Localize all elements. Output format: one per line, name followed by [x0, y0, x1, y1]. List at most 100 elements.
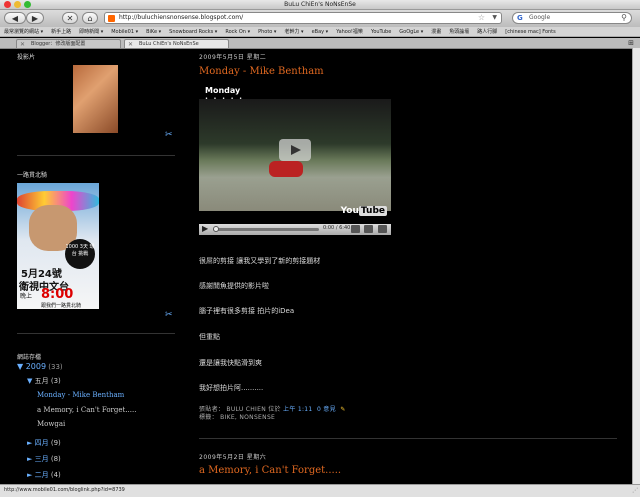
close-icon[interactable]: ✕ — [128, 40, 133, 49]
bookmark-star-icon[interactable]: ☆ — [478, 13, 485, 22]
tab-bar: ✕ Blogger：修改版面配置 ✕ BuLu ChiEn's NoNsEnSe… — [0, 38, 640, 49]
archive-month-count: (9) — [50, 439, 61, 447]
post-title[interactable]: Monday - Mike Bentham — [199, 66, 324, 77]
chevron-right-icon[interactable]: ► — [27, 455, 35, 463]
divider — [17, 155, 175, 156]
bookmark-item[interactable]: GoOgLe ▾ — [399, 27, 423, 36]
chevron-down-icon[interactable]: ▼ — [27, 377, 35, 385]
poster-time-label: 晚上 — [20, 293, 33, 300]
home-icon: ⌂ — [87, 14, 93, 23]
wrench-icon[interactable]: ✂ — [165, 310, 173, 320]
title-bar: BuLu ChiEn's NoNsEnSe — [0, 0, 640, 10]
bookmark-item[interactable]: BiKe ▾ — [146, 27, 161, 36]
wrench-icon[interactable]: ✂ — [165, 130, 173, 140]
bookmark-item[interactable]: Rock On ▾ — [225, 27, 250, 36]
play-icon[interactable] — [279, 139, 311, 161]
forward-button[interactable]: ▶ — [26, 12, 44, 24]
bookmark-item[interactable]: YouTube — [371, 27, 391, 36]
archive-post-link[interactable]: Monday - Mike Bentham — [37, 391, 124, 399]
archive-month-label[interactable]: 二月 — [35, 471, 49, 479]
archive-month-count: (8) — [50, 455, 61, 463]
bookmark-item[interactable]: 路人行腳 — [477, 27, 497, 36]
resize-grip-icon[interactable]: ⋰ — [632, 487, 638, 494]
search-icon[interactable]: ⚲ — [621, 13, 627, 22]
bookmark-item[interactable]: Mobile01 ▾ — [111, 27, 138, 36]
video-progress-track[interactable] — [213, 228, 319, 231]
video-time: 0:00 / 6:40 — [323, 225, 351, 231]
bookmark-item[interactable]: 漫畫 — [431, 27, 441, 36]
home-button[interactable]: ⌂ — [82, 12, 98, 24]
search-box[interactable]: G Google ⚲ — [512, 12, 632, 24]
menu-icon[interactable] — [364, 225, 373, 233]
post-title[interactable]: a Memory, i Can't Forget..... — [199, 465, 341, 476]
video-player[interactable]: Monday • • • • • You Tube ▶ 0:00 / 6:40 — [199, 86, 391, 237]
post-labels-value[interactable]: BIKE, NONSENSE — [220, 414, 275, 421]
bookmark-item[interactable]: 老幹力 ▾ — [284, 27, 303, 36]
video-scrub-handle[interactable] — [213, 226, 219, 232]
new-tab-icon[interactable]: ⊞ — [628, 39, 634, 47]
archive-heading: 網誌存檔 — [17, 354, 42, 361]
post-date: 2009年5月5日 星期二 — [199, 54, 267, 61]
archive-month-april[interactable]: ► 四月 (9) — [27, 438, 61, 448]
bookmark-item[interactable]: 最常瀏覽的網站 ▾ — [4, 27, 43, 36]
address-url: http://buluchiensnonsense.blogspot.com/ — [119, 14, 244, 21]
address-bar[interactable]: http://buluchiensnonsense.blogspot.com/ … — [104, 12, 502, 24]
archive-post-link[interactable]: a Memory, i Can't Forget..... — [37, 406, 136, 414]
archive-month-label[interactable]: 五月 — [35, 377, 49, 385]
close-icon[interactable]: ✕ — [20, 40, 25, 49]
archive-month-label[interactable]: 三月 — [35, 455, 49, 463]
bookmark-item[interactable]: Photo ▾ — [258, 27, 276, 36]
bookmark-item[interactable]: 即時新聞 ▾ — [79, 27, 103, 36]
chevron-down-icon[interactable]: ▼ — [17, 362, 26, 371]
tv-poster-image[interactable]: 1000 3天 環台 挑戰 5月24號 衛視中文台 晚上 8:00 跟我們一路貫… — [17, 183, 99, 309]
bookmark-item[interactable]: [chinese mac] Fonts — [505, 27, 556, 36]
tab-label: BuLu ChiEn's NoNsEnSe — [139, 41, 199, 47]
post-paragraph: 還是讓我快點滑到爽 — [199, 359, 262, 367]
chevron-right-icon[interactable]: ► — [27, 471, 35, 479]
post-paragraph: 腦子裡有很多剪接 拍片的iDea — [199, 307, 295, 315]
post-paragraph: 我好想拍片阿.......... — [199, 384, 264, 392]
bookmark-item[interactable]: 魚頭論壇 — [449, 27, 469, 36]
youtube-logo-tube: Tube — [358, 206, 387, 216]
youtube-logo[interactable]: You Tube — [341, 206, 387, 216]
post-labels-prefix: 標籤： — [199, 414, 218, 421]
poster-badge: 1000 3天 環台 挑戰 — [65, 239, 95, 269]
archive-month-february[interactable]: ► 二月 (4) — [27, 470, 61, 480]
back-button[interactable]: ◀ — [4, 12, 26, 24]
divider — [17, 333, 175, 334]
post-comments-link[interactable]: 0 意見 — [317, 406, 336, 413]
status-text: http://www.mobile01.com/bloglink.php?id=… — [4, 487, 125, 493]
bookmark-item[interactable]: 新手上路 — [51, 27, 71, 36]
window-title: BuLu ChiEn's NoNsEnSe — [284, 1, 356, 8]
video-controls: ▶ 0:00 / 6:40 — [199, 224, 391, 235]
slideshow-heading: 投影片 — [17, 54, 36, 61]
archive-month-label[interactable]: 四月 — [35, 439, 49, 447]
tab-blog[interactable]: ✕ BuLu ChiEn's NoNsEnSe — [124, 39, 229, 48]
archive-post-link[interactable]: Mowgai — [37, 420, 65, 428]
play-icon[interactable]: ▶ — [202, 224, 208, 233]
scrollbar[interactable] — [632, 48, 640, 484]
google-search-engine-icon[interactable]: G — [517, 14, 523, 22]
archive-month-may[interactable]: ▼ 五月 (3) — [27, 376, 61, 386]
chevron-down-icon[interactable]: ▼ — [492, 14, 497, 21]
search-input[interactable]: Google — [529, 14, 550, 21]
bookmark-item[interactable]: Yahoo!福樂 — [336, 27, 363, 36]
archive-year-label[interactable]: 2009 — [26, 362, 46, 371]
volume-icon[interactable] — [351, 225, 360, 233]
stop-button[interactable]: ✕ — [62, 12, 78, 24]
video-subtitle-dots: • • • • • — [205, 96, 245, 102]
archive-year[interactable]: ▼ 2009 (33) — [17, 362, 63, 371]
post-paragraph: 感謝閒魚提供的影片啦 — [199, 282, 269, 290]
bookmark-item[interactable]: eBay ▾ — [312, 27, 329, 36]
archive-month-march[interactable]: ► 三月 (8) — [27, 454, 61, 464]
youtube-logo-you: You — [340, 206, 359, 216]
post-time-link[interactable]: 上午 1:11 — [283, 406, 312, 413]
pencil-icon[interactable]: ✎ — [340, 406, 345, 413]
bookmark-item[interactable]: Snowboard Rocks ▾ — [169, 27, 217, 36]
post-paragraph: 很屌的剪接 讓我又學到了新的剪接題材 — [199, 257, 321, 265]
fullscreen-icon[interactable] — [378, 225, 387, 233]
tab-blogger[interactable]: ✕ Blogger：修改版面配置 — [16, 39, 121, 48]
chevron-right-icon[interactable]: ► — [27, 439, 35, 447]
poster-heading: 一路貫北騎 — [17, 172, 48, 179]
slideshow-photo[interactable] — [73, 65, 118, 133]
